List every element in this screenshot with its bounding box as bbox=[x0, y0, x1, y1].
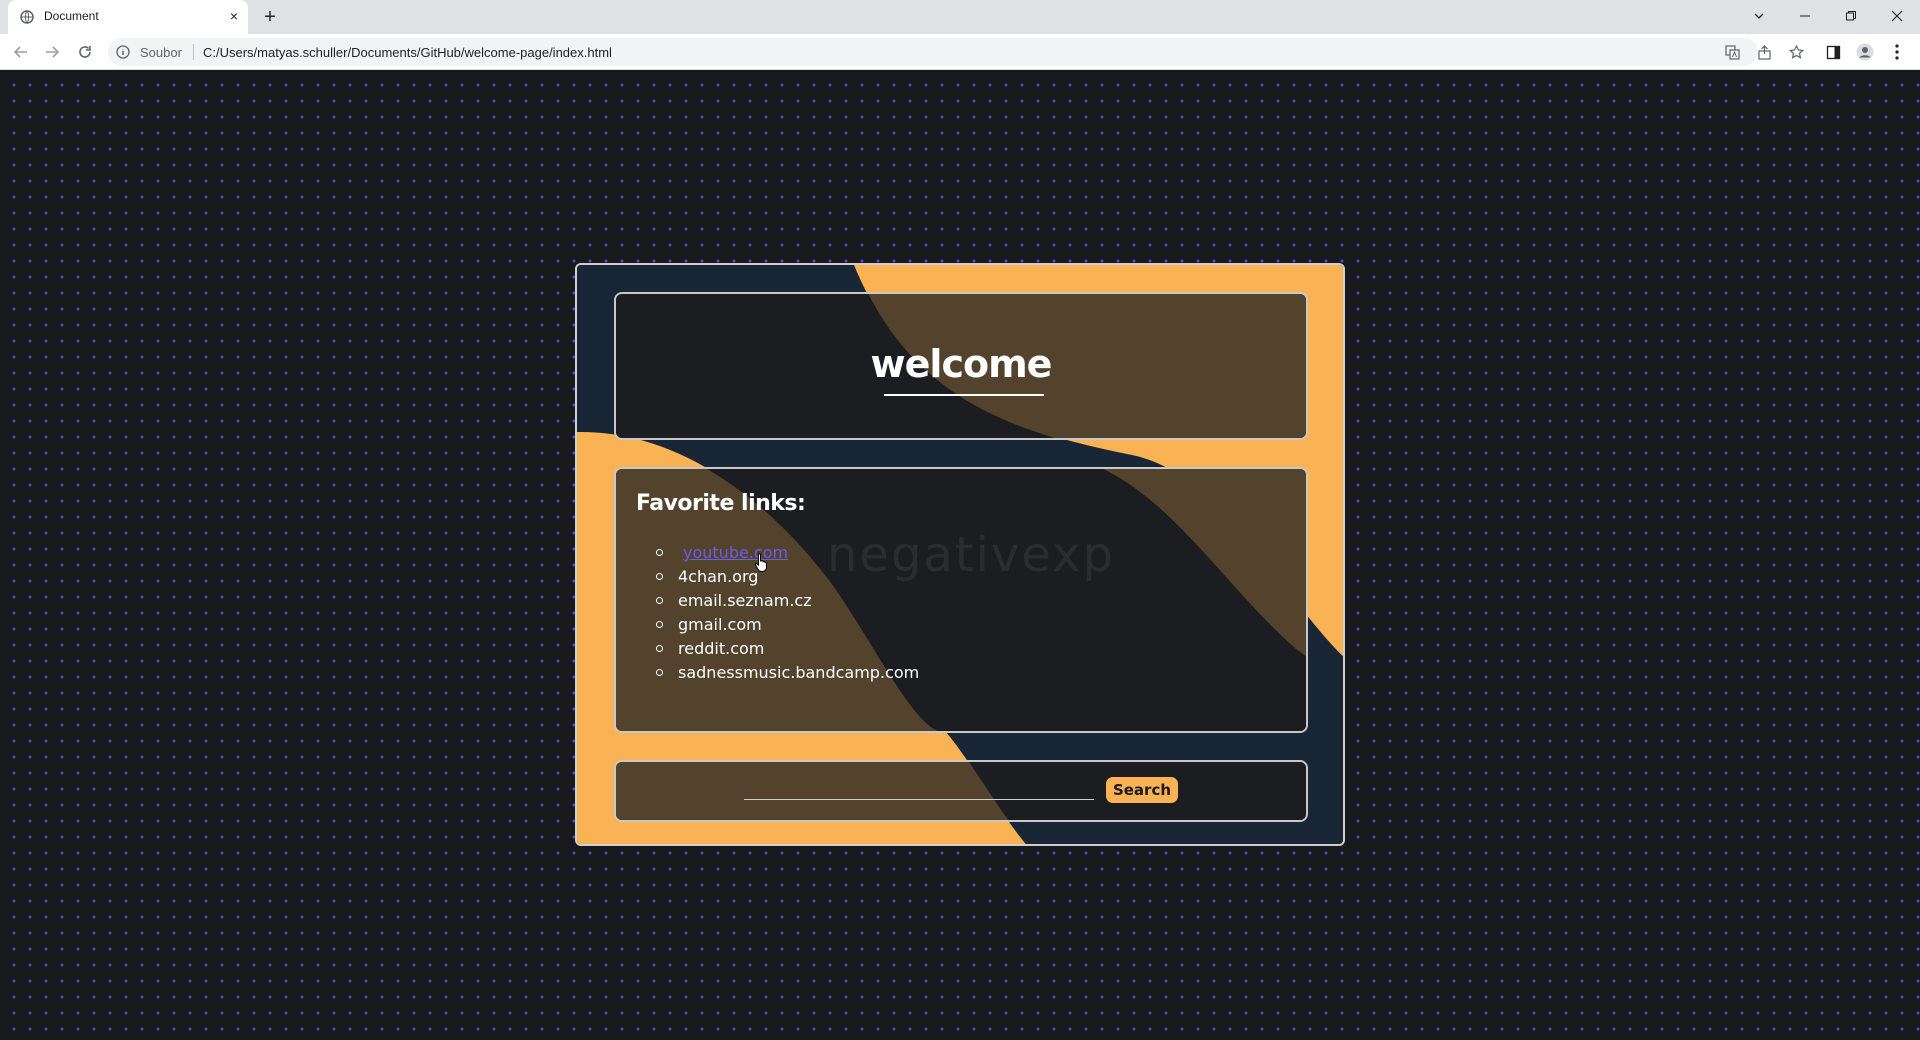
hand-cursor-icon bbox=[754, 553, 767, 572]
bullet-icon bbox=[656, 669, 663, 676]
page-title: welcome bbox=[870, 342, 1053, 386]
page-viewport: welcome negativexp Favorite links: youtu… bbox=[0, 71, 1920, 1040]
link-item-reddit[interactable]: reddit.com bbox=[656, 637, 919, 661]
kebab-menu-icon[interactable] bbox=[1887, 42, 1907, 62]
link-item-seznam[interactable]: email.seznam.cz bbox=[656, 589, 919, 613]
link-item-4chan[interactable]: 4chan.org bbox=[656, 565, 919, 589]
bullet-icon bbox=[656, 597, 663, 604]
link-email-seznam[interactable]: email.seznam.cz bbox=[678, 591, 812, 610]
search-panel: Search bbox=[614, 760, 1308, 822]
minimize-icon[interactable] bbox=[1782, 0, 1828, 32]
bullet-icon bbox=[656, 573, 663, 580]
bullet-icon bbox=[656, 549, 663, 556]
links-panel: negativexp Favorite links: youtube.com 4… bbox=[614, 467, 1308, 733]
browser-toolbar: Soubor C:/Users/matyas.schuller/Document… bbox=[0, 34, 1920, 70]
link-item-bandcamp[interactable]: sadnessmusic.bandcamp.com bbox=[656, 661, 919, 685]
share-icon[interactable] bbox=[1756, 44, 1772, 60]
search-button[interactable]: Search bbox=[1106, 777, 1178, 803]
link-4chan[interactable]: 4chan.org bbox=[678, 567, 758, 586]
bullet-icon bbox=[656, 645, 663, 652]
link-item-gmail[interactable]: gmail.com bbox=[656, 613, 919, 637]
link-gmail[interactable]: gmail.com bbox=[678, 615, 762, 634]
title-underline bbox=[884, 394, 1044, 396]
favorite-links-list: youtube.com 4chan.org email.seznam.cz gm… bbox=[656, 541, 919, 685]
link-youtube[interactable]: youtube.com bbox=[678, 543, 788, 562]
omnibox-divider bbox=[193, 44, 194, 60]
welcome-card: welcome negativexp Favorite links: youtu… bbox=[575, 263, 1345, 846]
link-item-youtube[interactable]: youtube.com bbox=[656, 541, 919, 565]
url-text[interactable]: C:/Users/matyas.schuller/Documents/GitHu… bbox=[203, 45, 612, 60]
search-input[interactable] bbox=[744, 776, 1094, 800]
scheme-label: Soubor bbox=[140, 45, 182, 60]
profile-avatar-icon[interactable] bbox=[1855, 42, 1875, 62]
tab-close-icon[interactable]: × bbox=[226, 8, 242, 24]
translate-icon[interactable] bbox=[1724, 44, 1740, 60]
tab-search-chevron-icon[interactable] bbox=[1736, 0, 1782, 32]
globe-icon bbox=[20, 10, 34, 24]
forward-arrow-icon[interactable] bbox=[40, 40, 64, 64]
browser-tab[interactable]: Document × bbox=[8, 0, 248, 34]
back-arrow-icon[interactable] bbox=[9, 40, 33, 64]
side-panel-icon[interactable] bbox=[1823, 42, 1843, 62]
link-reddit[interactable]: reddit.com bbox=[678, 639, 764, 658]
address-bar[interactable]: Soubor C:/Users/matyas.schuller/Document… bbox=[108, 38, 1804, 66]
bullet-icon bbox=[656, 621, 663, 628]
info-icon[interactable] bbox=[116, 45, 130, 59]
tab-strip: Document × + bbox=[0, 0, 1920, 34]
restore-icon[interactable] bbox=[1828, 0, 1874, 32]
tab-title: Document bbox=[44, 9, 99, 23]
links-heading: Favorite links: bbox=[636, 491, 806, 516]
reload-icon[interactable] bbox=[73, 40, 97, 64]
close-window-icon[interactable] bbox=[1874, 0, 1920, 32]
bookmark-star-icon[interactable] bbox=[1788, 44, 1804, 60]
title-panel: welcome bbox=[614, 292, 1308, 440]
new-tab-button[interactable]: + bbox=[258, 6, 282, 30]
link-bandcamp[interactable]: sadnessmusic.bandcamp.com bbox=[678, 663, 919, 682]
